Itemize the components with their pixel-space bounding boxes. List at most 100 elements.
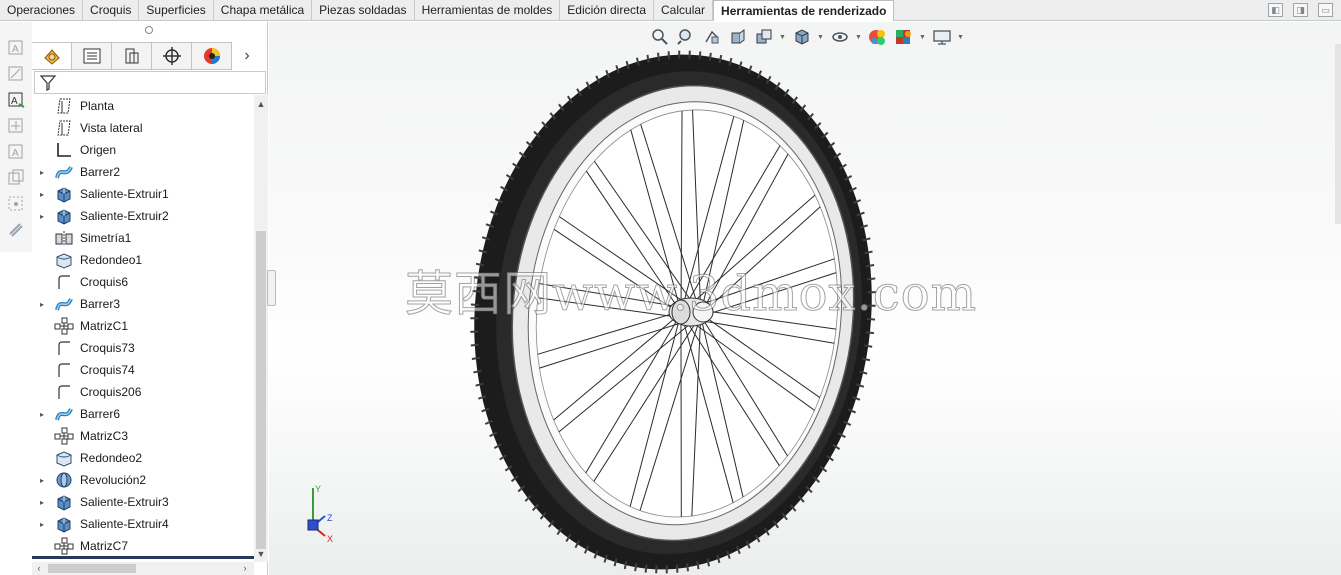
sketch-icon — [54, 273, 74, 291]
tree-item[interactable]: ▸ Revolución2 — [32, 469, 254, 491]
graphics-area[interactable]: ▼ ▼ ▼ ▼ ▼ 莫西网www.3dmox.com Y Z X — [269, 22, 1341, 575]
tree-item[interactable]: Redondeo1 — [32, 249, 254, 271]
expand-arrow-icon[interactable]: ▸ — [38, 469, 46, 491]
tree-filter-bar[interactable] — [34, 71, 266, 94]
tree-item[interactable]: Redondeo2 — [32, 447, 254, 469]
sketch-icon — [54, 339, 74, 357]
tab-configuration-manager[interactable] — [112, 42, 152, 70]
panel-tabs-more-icon[interactable]: › — [232, 42, 262, 70]
expand-arrow-icon[interactable]: ▸ — [38, 403, 46, 425]
tree-item[interactable]: ▸ Saliente-Extruir3 — [32, 491, 254, 513]
tree-item[interactable]: Croquis73 — [32, 337, 254, 359]
scroll-right-icon[interactable]: › — [238, 562, 252, 575]
feature-tree: Planta Vista lateral Origen ▸ Barrer2 ▸ Salien… — [32, 95, 254, 557]
ribbon-tab[interactable]: Croquis — [83, 0, 140, 21]
restore-window-icon[interactable]: ▭ — [1318, 3, 1333, 17]
ribbon-tab[interactable]: Herramientas de renderizado — [713, 0, 895, 21]
scroll-down-icon[interactable]: ▼ — [254, 547, 268, 561]
tree-item-label: MatrizC3 — [80, 429, 129, 443]
tree-item-label: Planta — [80, 99, 115, 113]
datum-icon[interactable]: A — [6, 142, 26, 162]
panel-right-icon[interactable]: ◨ — [1293, 3, 1308, 17]
scroll-left-icon[interactable]: ‹ — [32, 562, 46, 575]
ribbon-tabs: Operaciones Croquis Superficies Chapa metál… — [0, 0, 895, 21]
expand-arrow-icon[interactable]: ▸ — [38, 205, 46, 227]
ribbon-tab[interactable]: Calcular — [654, 0, 714, 21]
tree-item[interactable]: ▸ Barrer3 — [32, 293, 254, 315]
text-annotation-icon[interactable]: A — [6, 90, 26, 110]
ribbon-tab[interactable]: Herramientas de moldes — [415, 0, 561, 21]
tree-item[interactable]: MatrizC1 — [32, 315, 254, 337]
panel-left-icon[interactable]: ◧ — [1268, 3, 1283, 17]
tree-item[interactable]: Croquis6 — [32, 271, 254, 293]
tab-display-manager[interactable] — [192, 42, 232, 70]
window-controls: ◧ ◨ ▭ — [1268, 3, 1333, 17]
expand-arrow-icon[interactable]: ▸ — [38, 491, 46, 513]
tree-item-label: Simetría1 — [80, 231, 132, 245]
tree-item-label: Barrer3 — [80, 297, 121, 311]
tree-item-label: Origen — [80, 143, 117, 157]
circular-pattern-icon — [54, 427, 74, 445]
expand-arrow-icon[interactable]: ▸ — [38, 513, 46, 535]
grid-select-icon[interactable] — [6, 194, 26, 214]
tab-dimxpert-manager[interactable] — [152, 42, 192, 70]
tab-feature-manager[interactable] — [32, 42, 72, 70]
watermark-text: 莫西网www.3dmox.com — [404, 266, 978, 323]
command-manager-tabbar: Operaciones Croquis Superficies Chapa metál… — [0, 0, 1341, 21]
panel-collapse-handle[interactable] — [267, 270, 276, 306]
feature-manager-icon — [43, 49, 60, 65]
tree-item[interactable]: Croquis74 — [32, 359, 254, 381]
tree-item[interactable]: Planta — [32, 95, 254, 117]
note-icon[interactable] — [6, 64, 26, 84]
tree-vertical-scrollbar[interactable]: ▲ ▼ — [254, 95, 268, 562]
ribbon-tab[interactable]: Chapa metálica — [214, 0, 313, 21]
scroll-thumb[interactable] — [256, 231, 266, 549]
property-manager-icon — [83, 48, 100, 64]
link-icon[interactable] — [6, 220, 26, 240]
tree-item-label: Revolución2 — [80, 473, 147, 487]
ribbon-tab[interactable]: Piezas soldadas — [312, 0, 415, 21]
tree-item-label: Croquis6 — [80, 275, 129, 289]
tree-item-label: MatrizC1 — [80, 319, 129, 333]
fillet-icon — [54, 251, 74, 269]
tree-item[interactable]: Origen — [32, 139, 254, 161]
tree-item[interactable]: ▸ Saliente-Extruir1 — [32, 183, 254, 205]
ribbon-tab[interactable]: Superficies — [139, 0, 214, 21]
tree-item-label: MatrizC7 — [80, 539, 129, 553]
extrude-icon — [54, 207, 74, 225]
reference-triad: Y Z X — [307, 484, 333, 544]
tree-item[interactable]: ▸ Barrer2 — [32, 161, 254, 183]
tree-item[interactable]: Vista lateral — [32, 117, 254, 139]
tree-item[interactable]: ▸ Saliente-Extruir4 — [32, 513, 254, 535]
panel-tabs: › — [32, 42, 268, 70]
tab-property-manager[interactable] — [72, 42, 112, 70]
tree-item[interactable]: Simetría1 — [32, 227, 254, 249]
scroll-up-icon[interactable]: ▲ — [254, 97, 268, 111]
tree-item-label: Saliente-Extruir4 — [80, 517, 169, 531]
layer-icon[interactable] — [6, 116, 26, 136]
tree-item-label: Croquis206 — [80, 385, 142, 399]
annotation-icon[interactable]: A — [6, 38, 26, 58]
copy-icon[interactable] — [6, 168, 26, 188]
pin-icon[interactable] — [145, 26, 153, 34]
expand-arrow-icon[interactable]: ▸ — [38, 293, 46, 315]
extrude-icon — [54, 493, 74, 511]
dimxpert-icon — [162, 47, 181, 65]
ribbon-tab[interactable]: Operaciones — [0, 0, 84, 21]
tree-item[interactable]: Croquis206 — [32, 381, 254, 403]
tree-item[interactable]: ▸ Saliente-Extruir2 — [32, 205, 254, 227]
expand-arrow-icon[interactable]: ▸ — [38, 161, 46, 183]
tree-item[interactable]: MatrizC3 — [32, 425, 254, 447]
feature-manager-panel: › Planta Vista lateral Origen ▸ Barrer2 ▸ Sali… — [32, 22, 268, 575]
extrude-icon — [54, 515, 74, 533]
plane-icon — [54, 119, 74, 137]
tree-item[interactable]: MatrizC7 — [32, 535, 254, 557]
tree-item-label: Saliente-Extruir2 — [80, 209, 169, 223]
hscroll-thumb[interactable] — [48, 564, 136, 573]
circular-pattern-icon — [54, 537, 74, 555]
tree-horizontal-scrollbar[interactable]: ‹ › — [32, 562, 254, 575]
expand-arrow-icon[interactable]: ▸ — [38, 183, 46, 205]
ribbon-tab[interactable]: Edición directa — [560, 0, 655, 21]
tree-divider — [32, 556, 254, 559]
tree-item[interactable]: ▸ Barrer6 — [32, 403, 254, 425]
